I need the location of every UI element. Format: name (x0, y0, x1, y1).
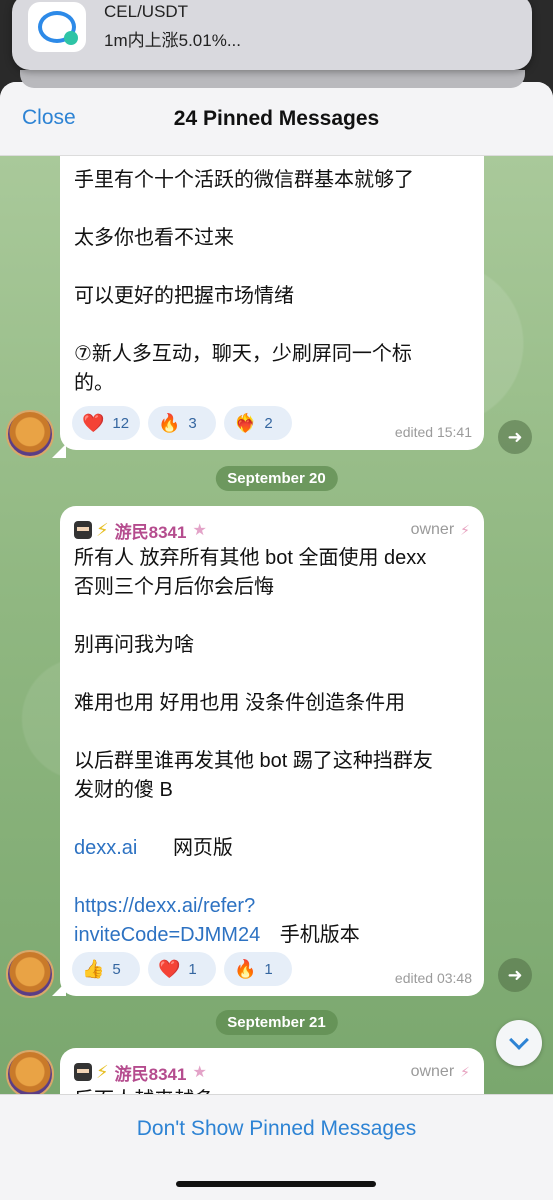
dont-show-pinned-button[interactable]: Don't Show Pinned Messages (0, 1117, 553, 1141)
forward-icon[interactable]: ➜ (498, 420, 532, 454)
date-separator: September 21 (215, 1010, 338, 1035)
message-line: 以后群里谁再发其他 bot 踢了这种挡群友 (74, 750, 433, 772)
message-bubble[interactable]: ⚡ 游民8341 ★ owner ⚡ 所有人 放弃所有其他 bot 全面使用 d… (60, 506, 484, 996)
lightning-icon: ⚡ (460, 1063, 470, 1080)
link-referral[interactable]: https://dexx.ai/refer? (74, 892, 470, 921)
message-bubble[interactable]: 手里有个十个活跃的微信群基本就够了 太多你也看不过来 可以更好的把握市场情绪 ⑦… (60, 156, 484, 450)
notification-banner[interactable]: CEL/USDT 1m内上涨5.01%... (12, 0, 532, 70)
message-line: 别再问我为啥 (74, 634, 194, 656)
link-suffix: 网页版 (172, 837, 233, 859)
message-line: 手里有个十个活跃的微信群基本就够了 (74, 169, 414, 191)
reactions: ❤️ 12 🔥 3 ❤️‍🔥 2 (72, 406, 292, 440)
avatar[interactable] (6, 950, 54, 998)
sheet-title: 24 Pinned Messages (173, 106, 380, 130)
lightning-icon: ⚡ (96, 519, 109, 540)
home-indicator (176, 1181, 376, 1187)
lightning-icon: ⚡ (460, 521, 470, 538)
reaction-heart-fire[interactable]: ❤️‍🔥 2 (224, 406, 292, 440)
reaction-fire[interactable]: 🔥 1 (224, 952, 292, 986)
edited-timestamp: edited 15:41 (394, 424, 472, 440)
link-dexx[interactable]: dexx.ai (74, 837, 137, 859)
app-icon (28, 2, 86, 52)
message-line: 太多你也看不过来 (74, 227, 234, 249)
reaction-heart[interactable]: ❤️ 1 (148, 952, 216, 986)
fire-icon: 🔥 (234, 959, 257, 979)
chevron-down-icon (509, 1030, 529, 1050)
reaction-count: 2 (264, 414, 273, 432)
edited-timestamp: edited 03:48 (394, 970, 472, 986)
sender-name[interactable]: 游民8341 (115, 1060, 187, 1085)
reaction-thumbs-up[interactable]: 👍 5 (72, 952, 140, 986)
message-line: 否则三个月后你会后悔 (74, 576, 274, 598)
sheet-header: Close 24 Pinned Messages (0, 82, 553, 156)
reaction-count: 3 (188, 414, 197, 432)
reaction-fire[interactable]: 🔥 3 (148, 406, 216, 440)
bubble-tail (52, 444, 66, 458)
sender-name[interactable]: 游民8341 (115, 518, 187, 543)
message-line: 发财的傻 B (74, 779, 173, 801)
reaction-heart[interactable]: ❤️ 12 (72, 406, 140, 440)
scroll-down-button[interactable] (496, 1020, 542, 1066)
star-icon: ★ (192, 522, 207, 539)
sender-row: ⚡ 游民8341 ★ owner ⚡ (74, 1058, 470, 1086)
role-badge: owner (410, 1063, 455, 1080)
message-line: dexx.ai 网页版 (74, 834, 470, 863)
reaction-count: 12 (112, 414, 130, 432)
reaction-count: 1 (188, 960, 197, 978)
message-line: 难用也用 好用也用 没条件创造条件用 (74, 692, 406, 714)
ninja-icon (74, 1063, 92, 1081)
notification-body: 1m内上涨5.01%... (104, 31, 241, 50)
chat-area[interactable]: 手里有个十个活跃的微信群基本就够了 太多你也看不过来 可以更好的把握市场情绪 ⑦… (0, 156, 553, 1094)
lightning-icon: ⚡ (96, 1061, 109, 1082)
pinned-messages-sheet: Close 24 Pinned Messages 手里有个十个活跃的微信群基本就… (0, 82, 553, 1200)
ninja-icon (74, 521, 92, 539)
reaction-count: 5 (112, 960, 121, 978)
message-line: 后面人越来越多 (74, 1086, 470, 1094)
message-line: 可以更好的把握市场情绪 (74, 285, 294, 307)
heart-icon: ❤️ (82, 413, 105, 433)
thumbs-up-icon: 👍 (82, 959, 105, 979)
fire-icon: 🔥 (158, 413, 181, 433)
forward-icon[interactable]: ➜ (498, 958, 532, 992)
avatar[interactable] (6, 410, 54, 458)
star-icon: ★ (192, 1064, 207, 1081)
heart-on-fire-icon: ❤️‍🔥 (234, 413, 257, 433)
message-line: 所有人 放弃所有其他 bot 全面使用 dexx (74, 547, 427, 569)
sheet-footer: Don't Show Pinned Messages (0, 1094, 553, 1200)
role-badge: owner (410, 521, 455, 538)
avatar[interactable] (6, 1050, 54, 1094)
close-button[interactable]: Close (22, 106, 76, 130)
notification-stack (20, 70, 525, 88)
link-suffix: 手机版本 (279, 924, 360, 946)
message-line: ⑦新人多互动，聊天，少刷屏同一个标 (74, 343, 412, 365)
reactions: 👍 5 ❤️ 1 🔥 1 (72, 952, 292, 986)
reaction-count: 1 (264, 960, 273, 978)
sender-row: ⚡ 游民8341 ★ owner ⚡ (74, 516, 470, 544)
link-referral-code[interactable]: inviteCode=DJMM24 (74, 924, 260, 946)
message-line: inviteCode=DJMM24 手机版本 (74, 921, 470, 950)
message-bubble[interactable]: ⚡ 游民8341 ★ owner ⚡ 后面人越来越多 (60, 1048, 484, 1094)
date-separator: September 20 (215, 466, 338, 491)
heart-icon: ❤️ (158, 959, 181, 979)
notification-title: CEL/USDT (104, 2, 189, 21)
message-line: 的。 (74, 372, 114, 394)
